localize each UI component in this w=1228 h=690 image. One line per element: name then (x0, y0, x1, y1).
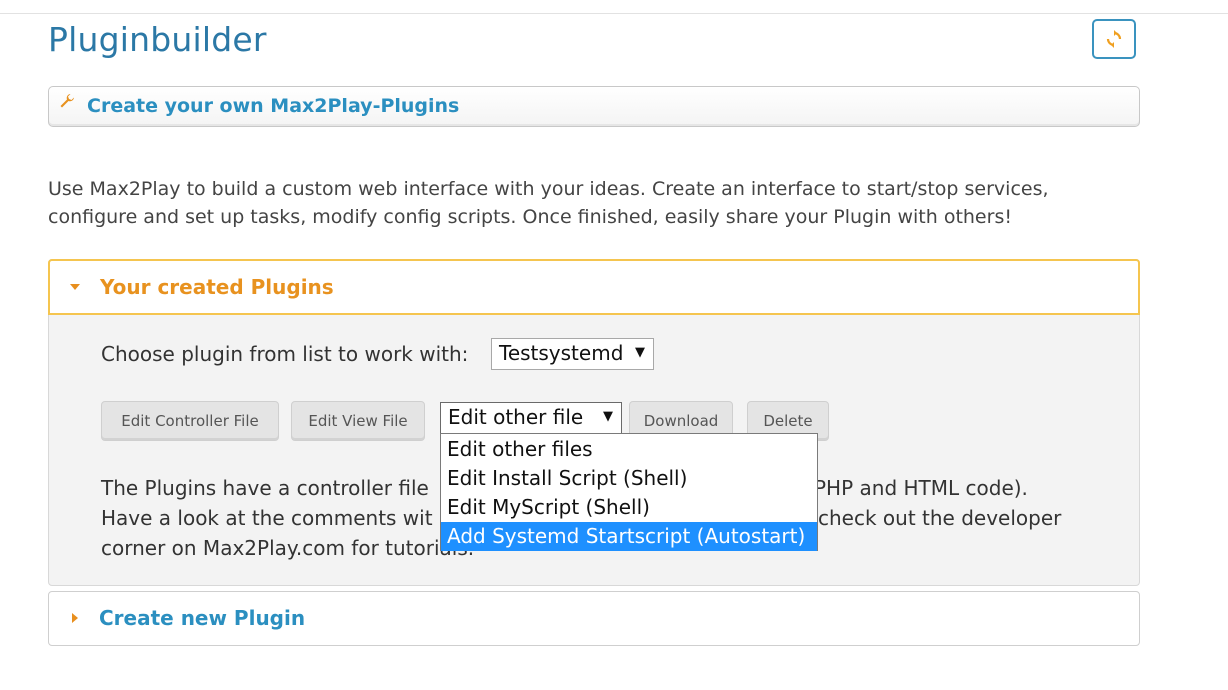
wrench-icon (60, 94, 74, 108)
dropdown-option-edit-install-script[interactable]: Edit Install Script (Shell) (441, 464, 817, 493)
plugin-select-value: Testsystemd (499, 341, 624, 365)
accordion-header-created-plugins[interactable]: Your created Plugins (48, 259, 1140, 315)
edit-other-file-select[interactable]: Edit other file ▼ (440, 402, 622, 434)
accordion-create-new-plugin[interactable]: Create new Plugin (48, 591, 1140, 646)
dropdown-option-add-systemd-startscript[interactable]: Add Systemd Startscript (Autostart) (441, 522, 817, 551)
other-file-dropdown-list: Edit other files Edit Install Script (Sh… (440, 433, 818, 551)
accordion-title-created-plugins: Your created Plugins (100, 275, 334, 299)
dropdown-option-edit-other-files[interactable]: Edit other files (441, 435, 817, 464)
description-line: PHP and HTML code). (814, 476, 1028, 500)
choose-plugin-label: Choose plugin from list to work with: (101, 342, 469, 366)
refresh-icon (1106, 30, 1122, 48)
other-file-select-value: Edit other file (448, 405, 584, 429)
description-line: The Plugins have a controller file (101, 476, 429, 500)
dropdown-option-edit-myscript[interactable]: Edit MyScript (Shell) (441, 493, 817, 522)
intro-text: Use Max2Play to build a custom web inter… (48, 178, 1049, 228)
edit-controller-file-button[interactable]: Edit Controller File (101, 401, 279, 441)
edit-view-file-button[interactable]: Edit View File (291, 401, 425, 441)
description-line: check out the developer (818, 506, 1062, 530)
accordion-title-create-new-plugin: Create new Plugin (99, 606, 306, 630)
plugin-select[interactable]: Testsystemd ▼ (491, 338, 654, 370)
page-title: Pluginbuilder (48, 20, 267, 59)
caret-down-icon (70, 284, 80, 290)
top-divider (0, 13, 1228, 14)
description-line: Have a look at the comments wit (101, 506, 433, 530)
panel-header-title: Create your own Max2Play-Plugins (87, 95, 460, 117)
triangle-down-icon: ▼ (603, 409, 613, 424)
description-line: corner on Max2Play.com for tutorials. (101, 536, 475, 560)
create-plugins-panel-header: Create your own Max2Play-Plugins (48, 86, 1140, 127)
caret-right-icon (72, 613, 78, 623)
refresh-button[interactable] (1092, 19, 1136, 59)
triangle-down-icon: ▼ (635, 345, 645, 360)
